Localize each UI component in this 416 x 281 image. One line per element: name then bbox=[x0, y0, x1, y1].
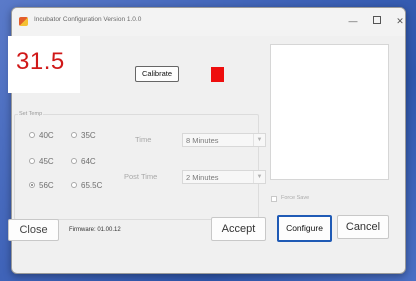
accept-button[interactable]: Accept bbox=[211, 217, 266, 241]
minimize-button[interactable]: — bbox=[344, 14, 362, 28]
configure-button[interactable]: Configure bbox=[277, 215, 332, 242]
app-icon bbox=[19, 17, 28, 26]
cancel-button[interactable]: Cancel bbox=[337, 215, 389, 239]
maximize-icon bbox=[373, 16, 381, 24]
radio-65-5c[interactable] bbox=[71, 182, 77, 188]
post-time-select[interactable]: 2 Minutes ▼ bbox=[182, 170, 266, 184]
post-time-label: Post Time bbox=[124, 172, 158, 181]
title-bar[interactable]: Incubator Configuration Version 1.0.0 — … bbox=[12, 8, 405, 36]
firmware-version: Firmware: 01.00.12 bbox=[69, 227, 121, 233]
radio-64c[interactable] bbox=[71, 158, 77, 164]
output-panel bbox=[270, 44, 389, 180]
radio-label-45c[interactable]: 45C bbox=[39, 157, 54, 166]
time-label: Time bbox=[135, 135, 152, 144]
post-time-select-value: 2 Minutes bbox=[186, 173, 219, 182]
radio-label-35c[interactable]: 35C bbox=[81, 131, 96, 140]
radio-40c[interactable] bbox=[29, 132, 35, 138]
radio-56c[interactable] bbox=[29, 182, 35, 188]
radio-label-65-5c[interactable]: 65.5C bbox=[81, 181, 102, 190]
calibrate-button[interactable]: Calibrate bbox=[135, 66, 179, 82]
temperature-value: 31.5 bbox=[16, 48, 65, 75]
window-title: Incubator Configuration Version 1.0.0 bbox=[34, 16, 142, 23]
maximize-button[interactable] bbox=[368, 14, 386, 28]
radio-label-56c[interactable]: 56C bbox=[39, 181, 54, 190]
chevron-down-icon: ▼ bbox=[253, 134, 265, 146]
radio-35c[interactable] bbox=[71, 132, 77, 138]
status-indicator bbox=[211, 67, 224, 82]
radio-label-64c[interactable]: 64C bbox=[81, 157, 96, 166]
time-select[interactable]: 8 Minutes ▼ bbox=[182, 133, 266, 147]
radio-label-40c[interactable]: 40C bbox=[39, 131, 54, 140]
force-save-label[interactable]: Force Save bbox=[281, 195, 309, 201]
force-save-checkbox[interactable] bbox=[271, 196, 277, 202]
time-select-value: 8 Minutes bbox=[186, 136, 219, 145]
radio-45c[interactable] bbox=[29, 158, 35, 164]
close-button[interactable]: Close bbox=[8, 219, 59, 241]
chevron-down-icon: ▼ bbox=[253, 171, 265, 183]
set-temp-group bbox=[14, 114, 259, 220]
set-temp-group-title: Set Temp bbox=[18, 111, 44, 117]
window-close-button[interactable]: ✕ bbox=[391, 14, 405, 28]
